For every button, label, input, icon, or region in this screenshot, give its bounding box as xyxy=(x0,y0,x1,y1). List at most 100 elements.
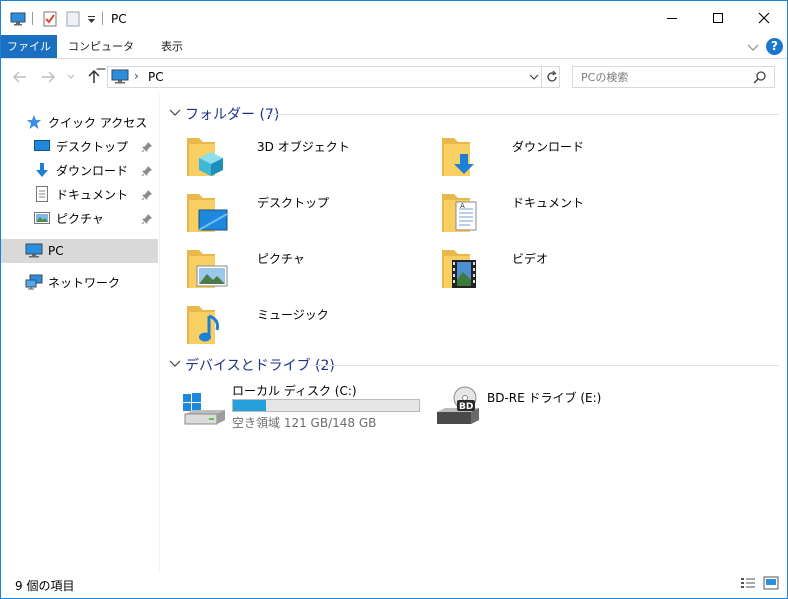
nav-item-desktop[interactable]: デスクトップ xyxy=(33,135,128,157)
nav-item-label: ダウンロード xyxy=(56,163,129,178)
divider xyxy=(541,67,542,87)
star-icon xyxy=(25,113,43,131)
nav-item-documents[interactable]: ドキュメント xyxy=(33,183,128,205)
customize-dropdown-icon[interactable] xyxy=(85,10,97,28)
desktop-folder-icon xyxy=(185,188,233,236)
folder-downloads[interactable]: ダウンロード xyxy=(440,132,690,182)
recent-locations-chevron-icon[interactable] xyxy=(65,68,77,86)
nav-quick-access-label: クイック アクセス xyxy=(48,115,148,130)
help-icon[interactable]: ? xyxy=(766,38,783,55)
navigation-bar: › PC xyxy=(1,60,787,94)
breadcrumb-pc[interactable]: PC xyxy=(148,70,164,84)
title-bar: PC xyxy=(1,1,787,35)
drive-label: BD-RE ドライブ (E:) xyxy=(487,391,602,405)
folder-desktop[interactable]: デスクトップ xyxy=(185,188,435,238)
devices-group-header[interactable]: デバイスとドライブ (2) xyxy=(169,354,779,376)
chevron-down-icon xyxy=(169,357,181,373)
expand-ribbon-chevron-icon[interactable] xyxy=(745,39,761,55)
breadcrumb-separator[interactable]: › xyxy=(134,69,139,83)
status-bar: 9 個の項目 xyxy=(1,571,787,598)
folder-documents[interactable]: A ドキュメント xyxy=(440,188,690,238)
nav-item-label: ドキュメント xyxy=(56,187,129,202)
navigation-pane: クイック アクセス デスクトップ ダウンロード ドキュメント ピクチャ PC ネ… xyxy=(1,94,160,571)
explorer-window: PC ファイル コンピューター 表示 ? › PC PCの検索 クイック アクセ… xyxy=(0,0,788,599)
desktop-icon xyxy=(33,137,51,155)
folder-label: 3D オブジェクト xyxy=(257,140,350,154)
folder-3d-objects[interactable]: 3D オブジェクト xyxy=(185,132,435,182)
up-arrow-icon[interactable] xyxy=(85,68,103,86)
nav-item-label: PC xyxy=(48,244,64,258)
details-view-icon[interactable] xyxy=(740,577,756,594)
nav-item-label: ピクチャ xyxy=(56,211,104,226)
search-box[interactable] xyxy=(572,66,775,88)
refresh-icon[interactable] xyxy=(545,69,559,88)
pc-icon xyxy=(111,69,129,88)
nav-item-downloads[interactable]: ダウンロード xyxy=(33,159,128,181)
computer-icon[interactable] xyxy=(9,10,27,28)
minimize-button[interactable] xyxy=(649,1,695,35)
folder-label: ダウンロード xyxy=(512,140,585,154)
forward-arrow-icon[interactable] xyxy=(39,68,57,86)
folder-label: デスクトップ xyxy=(257,196,330,210)
maximize-icon xyxy=(713,13,723,23)
nav-item-pictures[interactable]: ピクチャ xyxy=(33,207,104,229)
folder-label: ミュージック xyxy=(257,308,329,322)
download-arrow-icon xyxy=(33,161,51,179)
search-icon[interactable] xyxy=(753,70,767,87)
drive-free-space: 空き領域 121 GB/148 GB xyxy=(232,416,377,430)
svg-text:A: A xyxy=(460,202,465,210)
pin-icon[interactable] xyxy=(141,165,153,177)
pin-icon[interactable] xyxy=(141,189,153,201)
tab-view[interactable]: 表示 xyxy=(151,35,193,58)
drive-usage-fill xyxy=(233,400,267,411)
nav-item-network[interactable]: ネットワーク xyxy=(25,271,120,293)
videos-folder-icon xyxy=(440,244,488,292)
drive-c[interactable]: ローカル ディスク (C:) 空き領域 121 GB/148 GB xyxy=(181,382,431,432)
drive-usage-bar xyxy=(232,399,420,412)
3d-objects-folder-icon xyxy=(185,132,233,180)
separator xyxy=(102,12,103,25)
close-icon xyxy=(758,12,770,24)
maximize-button[interactable] xyxy=(695,1,741,35)
document-icon xyxy=(33,185,51,203)
music-folder-icon xyxy=(185,300,233,348)
drive-label: ローカル ディスク (C:) xyxy=(232,384,357,398)
nav-item-label: ネットワーク xyxy=(48,275,121,290)
pin-icon[interactable] xyxy=(141,141,153,153)
back-arrow-icon[interactable] xyxy=(11,68,29,86)
pictures-folder-icon xyxy=(185,244,233,292)
folder-music[interactable]: ミュージック xyxy=(185,300,435,350)
search-input[interactable] xyxy=(573,67,751,87)
pin-icon[interactable] xyxy=(141,213,153,225)
address-dropdown-chevron-icon[interactable] xyxy=(529,70,539,87)
nav-quick-access[interactable]: クイック アクセス xyxy=(25,111,147,133)
tab-file[interactable]: ファイル xyxy=(1,35,57,58)
item-count: 9 個の項目 xyxy=(15,579,75,593)
folders-group-title: フォルダー (7) xyxy=(185,107,280,123)
minimize-icon xyxy=(667,18,677,19)
folder-label: ピクチャ xyxy=(257,252,305,266)
bd-drive-icon: BD xyxy=(435,386,483,431)
folder-videos[interactable]: ビデオ xyxy=(440,244,690,294)
window-title: PC xyxy=(111,12,127,26)
folder-label: ドキュメント xyxy=(512,196,585,210)
new-folder-icon[interactable] xyxy=(64,10,82,28)
drive-e[interactable]: BD BD-RE ドライブ (E:) xyxy=(435,382,685,432)
nav-item-label: デスクトップ xyxy=(56,139,129,154)
pc-icon xyxy=(25,242,43,260)
documents-folder-icon: A xyxy=(440,188,488,236)
folder-pictures[interactable]: ピクチャ xyxy=(185,244,435,294)
network-icon xyxy=(25,273,43,291)
folders-group-header[interactable]: フォルダー (7) xyxy=(169,103,779,125)
close-button[interactable] xyxy=(741,1,787,35)
nav-item-pc[interactable]: PC xyxy=(1,239,158,263)
picture-icon xyxy=(33,209,51,227)
ribbon-tabs: ファイル コンピューター 表示 ? xyxy=(1,35,787,76)
content-pane: フォルダー (7) 3D オブジェクト ダウンロード デスクトップ A ドキュメ… xyxy=(161,94,787,571)
address-bar[interactable]: › PC xyxy=(107,66,560,88)
properties-check-icon[interactable] xyxy=(41,10,59,28)
folder-label: ビデオ xyxy=(512,252,549,266)
group-divider xyxy=(311,365,779,366)
tab-computer[interactable]: コンピューター xyxy=(63,35,139,76)
large-icons-view-icon[interactable] xyxy=(763,576,779,593)
